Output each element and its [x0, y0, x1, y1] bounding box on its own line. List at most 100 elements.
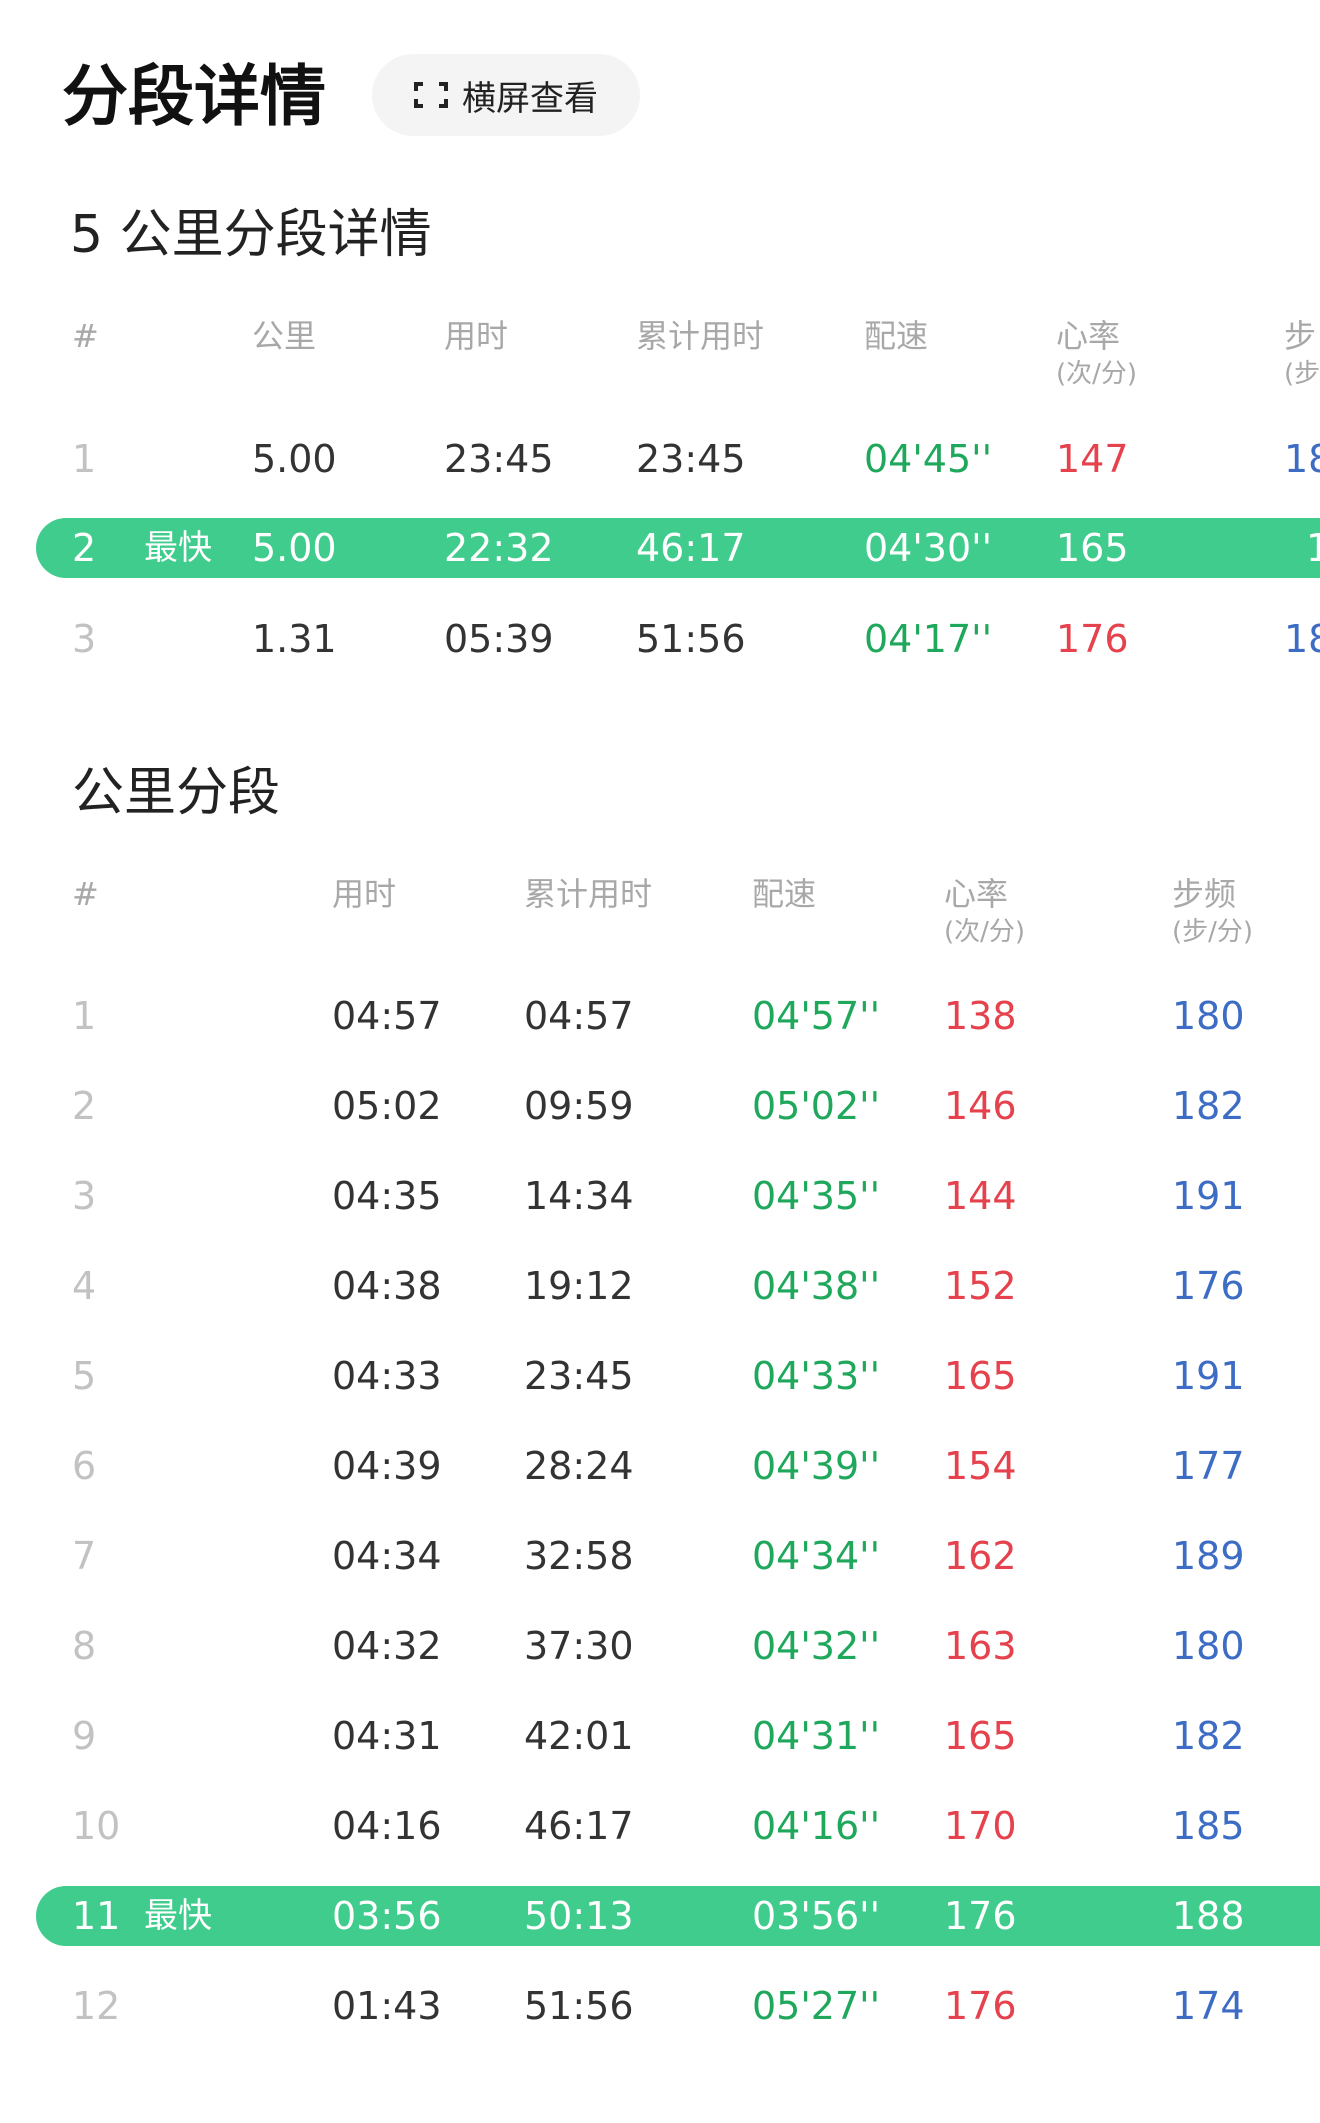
row-cumulative: 23:45: [636, 437, 746, 481]
row-cumulative: 46:17: [524, 1804, 634, 1848]
row-pace: 03'56'': [752, 1894, 881, 1938]
row-heart-rate: 170: [944, 1804, 1017, 1848]
header-cadence-label: 步频: [1172, 875, 1237, 913]
row-cadence: 180: [1172, 1624, 1245, 1668]
row-index: 8: [72, 1624, 97, 1668]
row-index: 3: [72, 1174, 97, 1218]
row-time: 04:39: [332, 1444, 442, 1488]
row-time: 03:56: [332, 1894, 442, 1938]
row-cumulative: 51:56: [524, 1984, 634, 2028]
row-time: 23:45: [444, 437, 554, 481]
header-time: 用时: [444, 317, 509, 355]
row-km: 1.31: [252, 617, 337, 661]
row-pace: 04'32'': [752, 1624, 881, 1668]
row-pace: 04'57'': [752, 994, 881, 1038]
row-heart-rate: 146: [944, 1084, 1017, 1128]
landscape-view-button[interactable]: 横屏查看: [372, 54, 640, 136]
header-time: 用时: [332, 875, 397, 913]
row-cumulative: 19:12: [524, 1264, 634, 1308]
row-pace: 04'34'': [752, 1534, 881, 1578]
row-cadence: 191: [1172, 1174, 1245, 1218]
row-cumulative: 50:13: [524, 1894, 634, 1938]
header-cadence-label: 步: [1284, 317, 1317, 355]
row-pace: 04'45'': [864, 437, 993, 481]
row-heart-rate: 163: [944, 1624, 1017, 1668]
header-cadence: 步频 (步/分): [1172, 874, 1253, 950]
row-cadence: 177: [1172, 1444, 1245, 1488]
row-heart-rate: 165: [944, 1354, 1017, 1398]
row-time: 04:57: [332, 994, 442, 1038]
row-pace: 05'02'': [752, 1084, 881, 1128]
row-cumulative: 28:24: [524, 1444, 634, 1488]
row-cumulative: 23:45: [524, 1354, 634, 1398]
row-time: 04:16: [332, 1804, 442, 1848]
row-time: 04:38: [332, 1264, 442, 1308]
header-heart-rate-label: 心率: [1056, 317, 1121, 355]
row-heart-rate: 165: [1056, 526, 1129, 570]
row-index: 12: [72, 1984, 121, 2028]
fullscreen-icon: [414, 82, 448, 108]
row-index: 1: [72, 437, 97, 481]
row-time: 05:39: [444, 617, 554, 661]
header-heart-rate: 心率 (次/分): [1056, 316, 1137, 392]
row-time: 04:31: [332, 1714, 442, 1758]
row-heart-rate: 162: [944, 1534, 1017, 1578]
row-cadence: 182: [1172, 1714, 1245, 1758]
row-cadence: 18: [1284, 617, 1320, 661]
row-heart-rate: 147: [1056, 437, 1129, 481]
row-cumulative: 09:59: [524, 1084, 634, 1128]
fastest-badge: 最快: [144, 1896, 212, 1936]
row-pace: 05'27'': [752, 1984, 881, 2028]
row-cumulative: 32:58: [524, 1534, 634, 1578]
section-title-5km: 5 公里分段详情: [70, 205, 432, 265]
row-time: 01:43: [332, 1984, 442, 2028]
page-title: 分段详情: [62, 58, 326, 135]
row-heart-rate: 152: [944, 1264, 1017, 1308]
row-pace: 04'38'': [752, 1264, 881, 1308]
row-cumulative: 51:56: [636, 617, 746, 661]
row-index: 10: [72, 1804, 121, 1848]
row-heart-rate: 176: [1056, 617, 1129, 661]
row-cadence: 174: [1172, 1984, 1245, 2028]
fastest-badge: 最快: [144, 528, 212, 568]
row-heart-rate: 144: [944, 1174, 1017, 1218]
row-heart-rate: 138: [944, 994, 1017, 1038]
row-index: 2: [72, 1084, 97, 1128]
row-cumulative: 42:01: [524, 1714, 634, 1758]
row-cadence: 180: [1172, 994, 1245, 1038]
row-cadence: 18: [1284, 437, 1320, 481]
fastest-row-highlight: [36, 1886, 1320, 1946]
row-cumulative: 04:57: [524, 994, 634, 1038]
row-cadence: 176: [1172, 1264, 1245, 1308]
row-pace: 04'31'': [752, 1714, 881, 1758]
row-time: 04:34: [332, 1534, 442, 1578]
row-pace: 04'16'': [752, 1804, 881, 1848]
header-cadence-unit: (步: [1284, 359, 1320, 389]
row-cadence: 189: [1172, 1534, 1245, 1578]
row-index: 2: [72, 526, 97, 570]
row-index: 6: [72, 1444, 97, 1488]
header-index: #: [72, 317, 99, 355]
row-heart-rate: 154: [944, 1444, 1017, 1488]
row-cumulative: 14:34: [524, 1174, 634, 1218]
row-time: 22:32: [444, 526, 554, 570]
row-index: 5: [72, 1354, 97, 1398]
row-time: 04:33: [332, 1354, 442, 1398]
header-cadence: 步 (步: [1284, 316, 1320, 392]
header-pace: 配速: [864, 317, 929, 355]
row-km: 5.00: [252, 437, 337, 481]
row-cadence: 185: [1172, 1804, 1245, 1848]
row-cumulative: 37:30: [524, 1624, 634, 1668]
row-heart-rate: 165: [944, 1714, 1017, 1758]
row-heart-rate: 176: [944, 1984, 1017, 2028]
row-pace: 04'33'': [752, 1354, 881, 1398]
row-time: 04:35: [332, 1174, 442, 1218]
row-pace: 04'30'': [864, 526, 993, 570]
row-heart-rate: 176: [944, 1894, 1017, 1938]
row-index: 1: [72, 994, 97, 1038]
row-index: 7: [72, 1534, 97, 1578]
section-title-km-splits: 公里分段: [72, 763, 281, 823]
header-heart-rate: 心率 (次/分): [944, 874, 1025, 950]
row-time: 05:02: [332, 1084, 442, 1128]
header-cumulative: 累计用时: [524, 875, 653, 913]
